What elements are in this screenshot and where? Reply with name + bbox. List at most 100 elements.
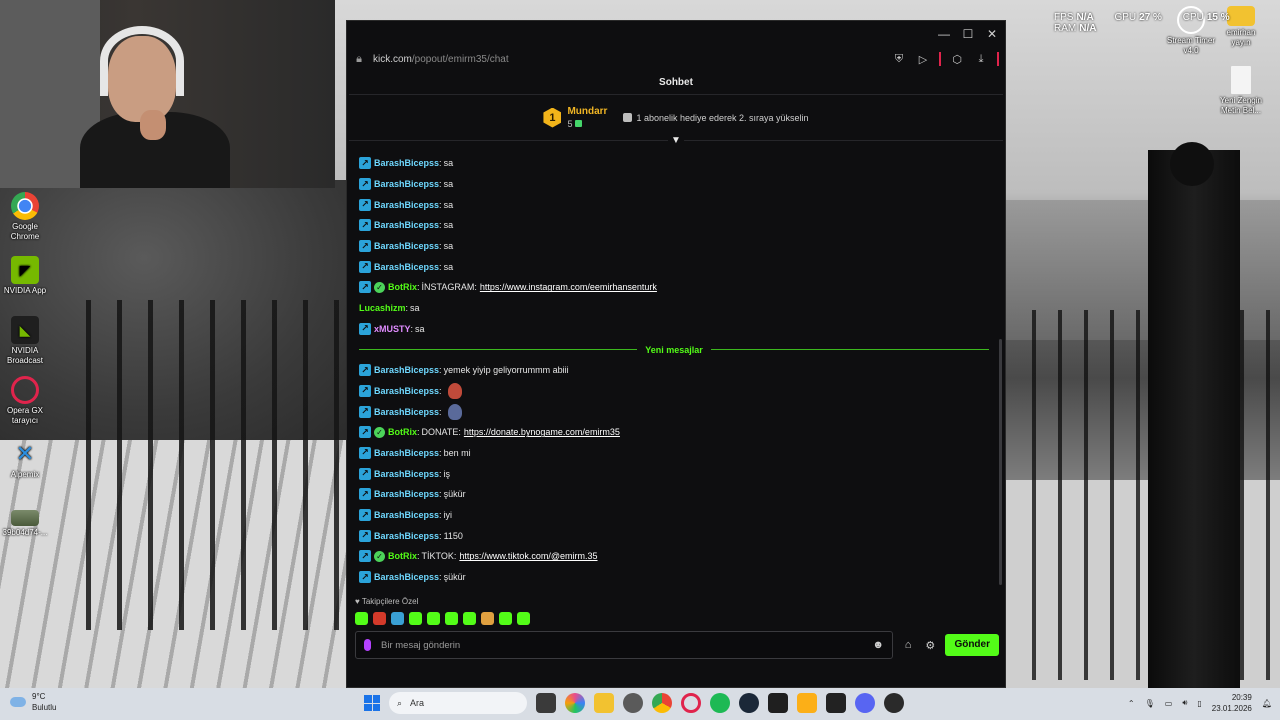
chat-username[interactable]: xMUSTY [374,324,411,334]
emote-icon[interactable] [463,612,476,625]
desktop-icon-alpemix[interactable]: ✕ Alpemix [0,440,50,480]
taskbar-search[interactable]: ⌕ Ara [389,692,527,714]
download-icon[interactable]: ⤓ [973,53,989,66]
battery-icon[interactable]: ▯ [1197,699,1201,708]
emote-icon[interactable] [481,612,494,625]
file-explorer-icon[interactable] [594,693,614,713]
discord-icon[interactable] [855,693,875,713]
steam-icon[interactable] [739,693,759,713]
chat-username[interactable]: BarashBicepss [374,407,439,417]
chat-message[interactable]: ↗ BarashBicepss: [359,401,999,422]
chat-message-link[interactable]: https://donate.bynogame.com/emirm35 [464,427,620,437]
chat-message-link[interactable]: https://www.instagram.com/eemirhansentur… [480,282,657,292]
maximize-button[interactable]: ☐ [959,25,977,43]
chat-username[interactable]: BotRix [388,427,417,437]
chat-message[interactable]: ↗ BarashBicepss: sa [359,194,999,215]
chat-username[interactable]: BarashBicepss [374,262,439,272]
desktop-icon-opera-gx[interactable]: Opera GX tarayıcı [0,376,50,426]
emote-icon[interactable] [445,612,458,625]
emote-icon[interactable] [427,612,440,625]
minimize-button[interactable]: — [935,25,953,43]
kick-app-icon[interactable] [768,693,788,713]
emote-icon[interactable] [499,612,512,625]
chat-username[interactable]: BarashBicepss [374,365,439,375]
desktop-icon-image-file[interactable]: 39b04d74-... [0,510,50,538]
opera-gx-taskbar-icon[interactable] [681,693,701,713]
volume-icon[interactable]: 🔊︎ [1182,698,1187,708]
desktop-icon-nvidia-app[interactable]: ◤ NVIDIA App [0,256,50,296]
chat-username[interactable]: BarashBicepss [374,531,439,541]
notification-bell-icon[interactable]: 🔔︎ [1262,699,1272,708]
chat-message[interactable]: ↗ BarashBicepss: iş [359,463,999,484]
obs-icon[interactable] [884,693,904,713]
emote-icon[interactable] [409,612,422,625]
chat-username[interactable]: BotRix [388,551,417,561]
spotify-icon[interactable] [710,693,730,713]
chat-message[interactable]: ↗ BarashBicepss: 1150 [359,525,999,546]
chat-message[interactable]: ↗ ✓ BotRix: DONATE: https://donate.bynogame… [359,422,999,443]
chat-message[interactable]: ↗ BarashBicepss: [359,381,999,402]
chrome-taskbar-icon[interactable] [652,693,672,713]
send-icon[interactable]: ▷ [915,53,931,66]
desktop-icon-chrome[interactable]: Google Chrome [0,192,50,242]
emote-icon[interactable] [517,612,530,625]
send-button[interactable]: Gönder [945,634,999,656]
task-view-icon[interactable] [536,693,556,713]
start-button[interactable] [364,695,380,711]
chat-username[interactable]: BarashBicepss [374,241,439,251]
microphone-icon[interactable] [364,639,371,651]
desktop-icon-nvidia-broadcast[interactable]: ◣ NVIDIA Broadcast [0,316,50,366]
chat-username[interactable]: BarashBicepss [374,489,439,499]
capcut-icon[interactable] [826,693,846,713]
chat-username[interactable]: BarashBicepss [374,386,439,396]
chat-message[interactable]: Lucashizm: sa [359,298,999,319]
chat-username[interactable]: BarashBicepss [374,469,439,479]
chat-username[interactable]: BarashBicepss [374,179,439,189]
tray-overflow-icon[interactable]: ⌃ [1128,699,1135,708]
chat-message[interactable]: ↗ BarashBicepss: sa [359,256,999,277]
chat-username[interactable]: BarashBicepss [374,200,439,210]
chat-username[interactable]: BarashBicepss [374,220,439,230]
chat-message[interactable]: ↗ BarashBicepss: şükür [359,484,999,505]
chat-message[interactable]: ↗ ✓ BotRix: TİKTOK: https://www.tiktok.com/… [359,546,999,567]
shield-icon[interactable]: ⛨ [891,53,907,66]
chat-message-input[interactable]: Bir mesaj gönderin ☻ [355,631,893,659]
settings-gear-icon[interactable]: ⚙ [923,639,937,652]
chat-message[interactable]: ↗ xMUSTY: sa [359,319,999,340]
close-button[interactable]: ✕ [983,25,1001,43]
taskbar-clock[interactable]: 20:39 23.01.2026 [1212,692,1252,714]
chat-message[interactable]: ↗ BarashBicepss: sa [359,215,999,236]
collapse-arrow-icon[interactable]: ▼ [668,136,684,146]
store-icon[interactable]: ⌂ [901,639,915,651]
emote-icon[interactable] [373,612,386,625]
network-icon[interactable]: ▭ [1165,699,1173,708]
chat-username[interactable]: BotRix [388,282,417,292]
chat-message[interactable]: ↗ BarashBicepss: sa [359,174,999,195]
chat-message[interactable]: ↗ BarashBicepss: yemek yiyip geliyorrummm… [359,360,999,381]
weather-widget[interactable]: 9°C Bulutlu [10,691,56,713]
url-text[interactable]: kick.com/popout/emirm35/chat [373,54,883,65]
chat-username[interactable]: Lucashizm [359,303,406,313]
chat-scrollbar[interactable] [999,339,1002,585]
chat-username[interactable]: BarashBicepss [374,448,439,458]
chat-username[interactable]: BarashBicepss [374,510,439,520]
chat-message[interactable]: ↗ BarashBicepss: ben mi [359,443,999,464]
chat-message[interactable]: ↗ BarashBicepss: iyi [359,505,999,526]
chat-username[interactable]: BarashBicepss [374,572,439,582]
chat-username[interactable]: BarashBicepss [374,158,439,168]
chat-message-link[interactable]: https://www.tiktok.com/@emirm.35 [459,551,597,561]
extensions-icon[interactable]: ⬡ [949,53,965,66]
chat-message[interactable]: ↗ BarashBicepss: sa [359,153,999,174]
desktop-icon-document[interactable]: Yeni Zengin Metin Bel... [1216,66,1266,116]
microphone-tray-icon[interactable]: 🎙︎ [1145,699,1155,708]
emote-icon[interactable] [355,612,368,625]
chat-message[interactable]: ↗ ✓ BotRix: İNSTAGRAM: https://www.instagra… [359,277,999,298]
chat-message[interactable]: ↗ BarashBicepss: şükür [359,567,999,588]
copilot-icon[interactable] [565,693,585,713]
emote-icon[interactable] [391,612,404,625]
chat-message[interactable]: ↗ BarashBicepss: sa [359,236,999,257]
settings-icon[interactable] [623,693,643,713]
rockstar-icon[interactable] [797,693,817,713]
leader-info[interactable]: Mundarr 5 [567,106,607,130]
emoji-picker-icon[interactable]: ☻ [872,639,884,651]
